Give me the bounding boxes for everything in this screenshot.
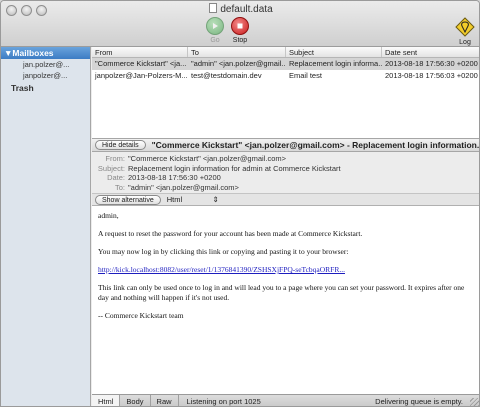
status-bar: Html Body Raw Listening on port 1025 Del… — [92, 394, 479, 406]
detail-bar: Hide details "Commerce Kickstart" <jan.p… — [92, 139, 480, 152]
body-greeting: admin, — [98, 211, 119, 220]
sidebar-header-mailboxes[interactable]: ▼Mailboxes — [1, 47, 90, 59]
message-headers: From: "Commerce Kickstart" <jan.polzer@g… — [92, 152, 479, 194]
header-label: Subject: — [97, 163, 125, 173]
body-signoff: -- Commerce Kickstart team — [98, 311, 184, 320]
stop-icon — [231, 17, 249, 35]
stop-button[interactable]: Stop — [225, 17, 255, 44]
header-subject: Subject: Replacement login information f… — [92, 163, 479, 174]
view-format-value: Html — [166, 195, 183, 204]
listening-status: Listening on port 1025 — [186, 397, 261, 406]
tab-html[interactable]: Html — [92, 395, 121, 406]
row-from: janpolzer@Jan-Polzers-M... — [95, 71, 188, 80]
log-label: Log — [459, 39, 471, 46]
row-subject: Replacement login informa... — [289, 59, 382, 68]
table-row[interactable]: janpolzer@Jan-Polzers-M... test@testdoma… — [92, 70, 479, 82]
sidebar-item-trash[interactable]: Trash — [1, 81, 90, 95]
body-paragraph: This link can only be used once to log i… — [98, 283, 465, 302]
document-icon — [209, 3, 218, 13]
tab-raw[interactable]: Raw — [151, 395, 179, 406]
row-to: "admin" <jan.polzer@gmail... — [191, 59, 286, 68]
hide-details-button[interactable]: Hide details — [95, 140, 146, 150]
log-button[interactable]: Log — [450, 17, 479, 46]
header-value: Replacement login information for admin … — [128, 163, 341, 173]
app-window: default.data Go Stop Log ▼Mailboxes jan.… — [0, 0, 480, 407]
header-label: From: — [105, 154, 125, 163]
body-paragraph: You may now log in by clicking this link… — [98, 247, 349, 256]
column-header-subject[interactable]: Subject — [286, 47, 382, 57]
resize-grip-icon[interactable] — [470, 398, 479, 406]
header-date: Date: 2013-08-18 17:56:30 +0200 — [92, 173, 479, 183]
row-date: 2013-08-18 17:56:30 +0200 — [385, 59, 478, 68]
play-icon — [206, 17, 224, 35]
window-title-text: default.data — [220, 4, 273, 15]
view-bar: Show alternative Html ⇕ — [92, 194, 479, 206]
table-row[interactable]: "Commerce Kickstart" <ja... "admin" <jan… — [92, 58, 479, 70]
row-from: "Commerce Kickstart" <ja... — [95, 59, 187, 68]
header-to: To: "admin" <jan.polzer@gmail.com> — [92, 182, 479, 193]
toolbar: default.data Go Stop Log — [1, 1, 479, 47]
message-list: From To Subject Date sent "Commerce Kick… — [92, 47, 479, 139]
row-to: test@testdomain.dev — [191, 71, 262, 80]
queue-status: Delivering queue is empty. — [375, 397, 463, 406]
row-date: 2013-08-18 17:56:03 +0200 — [385, 71, 478, 80]
message-title: "Commerce Kickstart" <jan.polzer@gmail.c… — [151, 140, 480, 150]
body-paragraph: A request to reset the password for your… — [98, 229, 363, 238]
reset-link[interactable]: http://kick.localhost:8082/user/reset/1/… — [98, 265, 345, 274]
header-from: From: "Commerce Kickstart" <jan.polzer@g… — [92, 154, 479, 164]
updown-arrows-icon: ⇕ — [212, 195, 219, 204]
header-value: 2013-08-18 17:56:30 +0200 — [128, 173, 221, 182]
column-header-to[interactable]: To — [188, 47, 286, 57]
show-alternative-button[interactable]: Show alternative — [95, 194, 161, 205]
sidebar-item-mailbox[interactable]: jan.polzer@... — [1, 59, 90, 70]
message-body: admin, A request to reset the password f… — [92, 206, 479, 394]
tab-body[interactable]: Body — [120, 395, 151, 406]
log-icon — [455, 17, 475, 37]
window-title: default.data — [1, 3, 479, 15]
header-value: "admin" <jan.polzer@gmail.com> — [128, 182, 239, 192]
sidebar-header-label: Mailboxes — [12, 48, 54, 58]
row-subject: Email test — [289, 71, 322, 80]
stop-label: Stop — [232, 37, 248, 44]
list-header: From To Subject Date sent — [92, 47, 479, 58]
sidebar: ▼Mailboxes jan.polzer@... janpolzer@... … — [1, 47, 91, 406]
header-label: To: — [114, 182, 125, 192]
sidebar-item-mailbox[interactable]: janpolzer@... — [1, 70, 90, 81]
header-value: "Commerce Kickstart" <jan.polzer@gmail.c… — [128, 154, 286, 163]
view-format-select[interactable]: Html ⇕ — [167, 195, 219, 204]
column-header-from[interactable]: From — [92, 47, 188, 57]
column-header-date[interactable]: Date sent — [382, 47, 479, 57]
header-label: Date: — [107, 173, 125, 182]
